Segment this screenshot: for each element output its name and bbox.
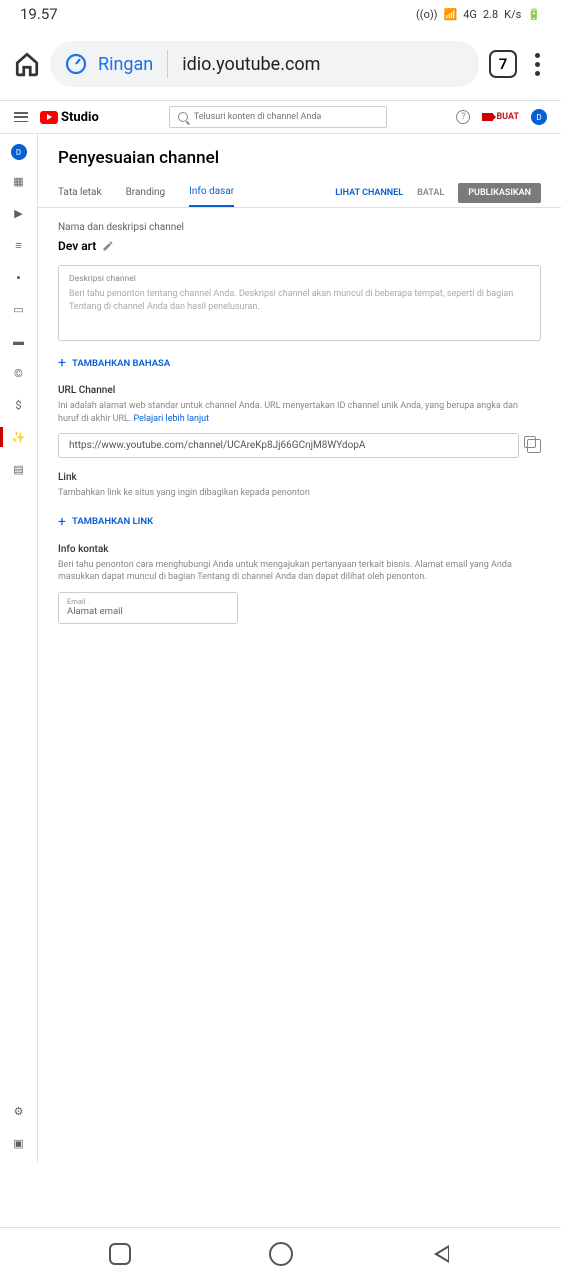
add-link-button[interactable]: + TAMBAHKAN LINK	[58, 514, 541, 530]
analytics-icon[interactable]: ▪	[11, 270, 27, 284]
nav-home-icon[interactable]	[269, 1242, 293, 1266]
tab-count: 7	[499, 55, 508, 73]
add-link-label: TAMBAHKAN LINK	[72, 516, 153, 527]
contact-desc: Beri tahu penonton cara menghubungi Anda…	[58, 559, 541, 584]
sidebar: D ▦ ▶ ≡ ▪ ▭ ▬ © $ ✨ ▤ ⚙ ▣	[0, 134, 38, 1162]
contact-section: Info kontak Beri tahu penonton cara meng…	[38, 530, 561, 624]
name-section: Nama dan deskripsi channel Dev art Deskr…	[38, 208, 561, 371]
tabs-button[interactable]: 7	[489, 50, 517, 78]
url-bar[interactable]: Ringan idio.youtube.com	[50, 41, 479, 87]
channel-name: Dev art	[58, 239, 96, 253]
content-icon[interactable]: ▶	[11, 206, 27, 220]
feedback-icon[interactable]: ▣	[11, 1136, 27, 1150]
status-time: 19.57	[20, 5, 58, 23]
name-label: Nama dan deskripsi channel	[58, 222, 541, 233]
tabs-row: Tata letak Branding Info dasar LIHAT CHA…	[38, 178, 561, 208]
description-box[interactable]: Deskripsi channel Beri tahu penonton ten…	[58, 265, 541, 341]
desc-label: Deskripsi channel	[69, 274, 530, 284]
email-label: Email	[67, 597, 229, 606]
cancel-button[interactable]: BATAL	[417, 188, 444, 198]
customization-icon[interactable]: ✨	[11, 430, 27, 444]
add-language-label: TAMBAHKAN BAHASA	[72, 358, 170, 369]
net-speed: 2.8	[483, 8, 498, 21]
plus-icon: +	[58, 514, 66, 530]
hamburger-icon[interactable]	[14, 112, 28, 122]
url-title: URL Channel	[58, 385, 541, 396]
sidebar-avatar[interactable]: D	[11, 144, 27, 160]
email-placeholder: Alamat email	[67, 606, 229, 617]
browser-bar: Ringan idio.youtube.com 7	[0, 28, 561, 100]
settings-icon[interactable]: ⚙	[11, 1104, 27, 1118]
sidebar-bottom: ⚙ ▣	[0, 1104, 37, 1150]
youtube-play-icon	[40, 111, 58, 124]
contact-title: Info kontak	[58, 544, 541, 555]
link-section: Link Tambahkan link ke situs yang ingin …	[38, 458, 561, 530]
publish-button[interactable]: PUBLIKASIKAN	[458, 183, 541, 203]
monetization-icon[interactable]: $	[11, 398, 27, 412]
hotspot-icon: ((o))	[416, 8, 437, 21]
content: Penyesuaian channel Tata letak Branding …	[38, 134, 561, 1162]
avatar[interactable]: D	[531, 109, 547, 125]
search-icon	[178, 112, 188, 122]
create-label: BUAT	[496, 112, 519, 122]
status-right: ((o)) 📶 4G 2.8 K/s 🔋	[416, 8, 541, 21]
battery-icon: 🔋	[527, 8, 541, 21]
pencil-icon[interactable]	[102, 240, 114, 252]
url-input-row: https://www.youtube.com/channel/UCAreKp8…	[58, 433, 541, 458]
email-input-box[interactable]: Email Alamat email	[58, 592, 238, 624]
copyright-icon[interactable]: ©	[11, 366, 27, 380]
divider	[167, 50, 168, 78]
logo-text: Studio	[61, 110, 99, 125]
create-button[interactable]: BUAT	[482, 112, 519, 122]
page-title: Penyesuaian channel	[38, 148, 561, 178]
header-right: ? BUAT D	[456, 109, 547, 125]
add-language-button[interactable]: + TAMBAHKAN BAHASA	[58, 355, 541, 371]
signal-icon: 📶	[444, 8, 458, 21]
copy-icon[interactable]	[527, 439, 541, 453]
home-icon[interactable]	[14, 51, 40, 77]
nav-back-icon[interactable]	[432, 1242, 452, 1266]
learn-more-link[interactable]: Pelajari lebih lanjut	[134, 414, 210, 424]
tab-layout[interactable]: Tata letak	[58, 179, 102, 206]
speedometer-icon	[64, 52, 88, 76]
audio-library-icon[interactable]: ▤	[11, 462, 27, 476]
link-title: Link	[58, 472, 541, 483]
url-section: URL Channel Ini adalah alamat web standa…	[38, 371, 561, 458]
camera-icon	[482, 113, 493, 121]
playlists-icon[interactable]: ≡	[11, 238, 27, 252]
channel-name-row: Dev art	[58, 239, 541, 253]
url-desc-text: Ini adalah alamat web standar untuk chan…	[58, 401, 518, 424]
nav-recent-icon[interactable]	[109, 1243, 131, 1265]
comments-icon[interactable]: ▭	[11, 302, 27, 316]
net-speed-unit: K/s	[504, 8, 521, 21]
plus-icon: +	[58, 355, 66, 371]
net-type: 4G	[463, 8, 477, 21]
subtitles-icon[interactable]: ▬	[11, 334, 27, 348]
url-input[interactable]: https://www.youtube.com/channel/UCAreKp8…	[58, 433, 519, 458]
search-box[interactable]	[169, 106, 387, 128]
url-desc: Ini adalah alamat web standar untuk chan…	[58, 400, 541, 425]
yt-header: Studio ? BUAT D	[0, 101, 561, 133]
studio-logo[interactable]: Studio	[40, 110, 99, 125]
main-area: D ▦ ▶ ≡ ▪ ▭ ▬ © $ ✨ ▤ ⚙ ▣ Penyesuaian ch…	[0, 134, 561, 1162]
view-channel-link[interactable]: LIHAT CHANNEL	[335, 188, 403, 198]
search-input[interactable]	[194, 112, 378, 122]
desc-placeholder: Beri tahu penonton tentang channel Anda.…	[69, 288, 530, 313]
link-desc: Tambahkan link ke situs yang ingin dibag…	[58, 487, 541, 500]
tab-actions: LIHAT CHANNEL BATAL PUBLIKASIKAN	[335, 183, 541, 203]
menu-icon[interactable]	[527, 53, 547, 76]
dashboard-icon[interactable]: ▦	[11, 174, 27, 188]
speed-label: Ringan	[98, 54, 153, 75]
nav-bar	[0, 1228, 561, 1280]
status-bar: 19.57 ((o)) 📶 4G 2.8 K/s 🔋	[0, 0, 561, 28]
tab-branding[interactable]: Branding	[126, 179, 166, 206]
help-icon[interactable]: ?	[456, 110, 470, 124]
url-text: idio.youtube.com	[182, 54, 320, 75]
tab-basic-info[interactable]: Info dasar	[189, 178, 234, 207]
